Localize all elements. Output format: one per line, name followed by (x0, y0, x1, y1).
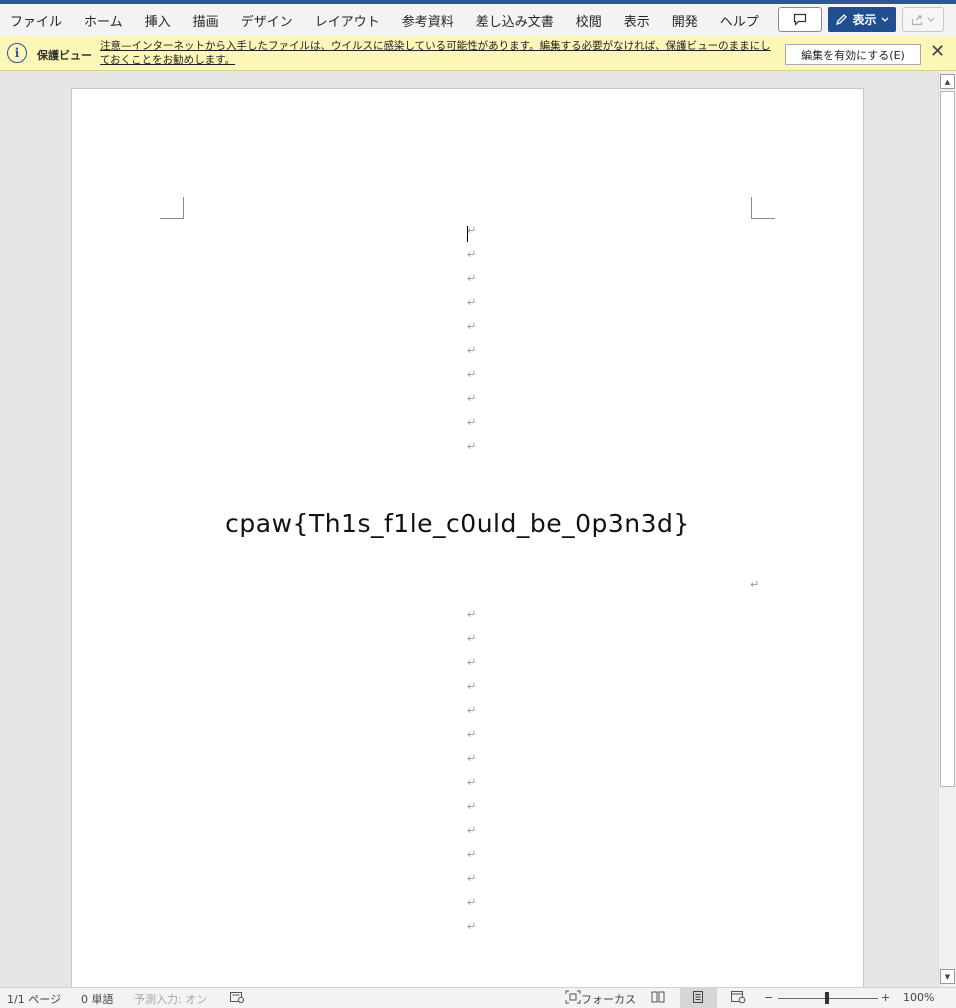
read-mode-icon[interactable] (650, 990, 666, 1004)
zoom-level[interactable]: 100% (903, 991, 934, 1004)
comment-icon (793, 13, 807, 26)
protected-view-message[interactable]: 注意—インターネットから入手したファイルは、ウイルスに感染している可能性がありま… (100, 39, 778, 67)
ribbon-tab-bar: ファイル ホーム 挿入 描画 デザイン レイアウト 参考資料 差し込み文書 校閲… (0, 4, 956, 36)
tab-mailings[interactable]: 差し込み文書 (465, 4, 565, 36)
paragraph-mark: ↵ (750, 578, 760, 591)
scroll-thumb[interactable] (940, 91, 955, 787)
comments-button[interactable] (778, 7, 822, 32)
ribbon-tabs: ファイル ホーム 挿入 描画 デザイン レイアウト 参考資料 差し込み文書 校閲… (0, 4, 770, 36)
tab-draw[interactable]: 描画 (182, 4, 230, 36)
paragraph-mark: ↵ (467, 416, 477, 429)
paragraph-mark: ↵ (467, 632, 477, 645)
ime-status: 予測入力: オン (134, 993, 208, 1006)
paragraph-mark: ↵ (467, 752, 477, 765)
flag-text: cpaw{Th1s_f1le_c0uld_be_0p3n3d} (225, 509, 690, 538)
zoom-slider-thumb[interactable] (825, 992, 829, 1004)
zoom-in-button[interactable]: + (881, 991, 890, 1004)
close-icon[interactable]: ✕ (930, 42, 945, 62)
tab-design[interactable]: デザイン (230, 4, 304, 36)
tab-home[interactable]: ホーム (73, 4, 134, 36)
paragraph-mark: ↵ (467, 392, 477, 405)
paragraph-mark: ↵ (467, 704, 477, 717)
paragraph-mark: ↵ (467, 248, 477, 261)
paragraph-mark: ↵ (467, 656, 477, 669)
scroll-up-arrow[interactable]: ▲ (940, 74, 955, 89)
word-count[interactable]: 0 単語 (81, 991, 114, 1007)
paragraph-mark: ↵ (467, 728, 477, 741)
paragraph-mark: ↵ (467, 824, 477, 837)
paragraph-mark: ↵ (467, 296, 477, 309)
pen-icon (836, 14, 848, 26)
zoom-out-button[interactable]: − (764, 991, 773, 1004)
share-button[interactable] (902, 7, 944, 32)
share-icon (911, 14, 923, 25)
document-page[interactable]: cpaw{Th1s_f1le_c0uld_be_0p3n3d} ↵ ↵ ↵ ↵ ↵ ↵ ↵ ↵… (71, 88, 864, 987)
paragraph-mark: ↵ (467, 920, 477, 933)
paragraph-mark: ↵ (467, 848, 477, 861)
paragraph-mark: ↵ (467, 224, 477, 237)
view-mode-label: 表示 (852, 13, 877, 27)
paragraph-mark: ↵ (467, 872, 477, 885)
paragraph-mark: ↵ (467, 440, 477, 453)
paragraph-mark: ↵ (467, 272, 477, 285)
paragraph-mark: ↵ (467, 320, 477, 333)
page-count[interactable]: 1/1 ページ (7, 991, 61, 1007)
enable-editing-button[interactable]: 編集を有効にする(E) (785, 44, 921, 65)
margin-corner-top-left (160, 197, 184, 219)
tab-developer[interactable]: 開発 (661, 4, 709, 36)
tab-references[interactable]: 参考資料 (391, 4, 465, 36)
paragraph-mark: ↵ (467, 680, 477, 693)
vertical-scrollbar[interactable]: ▲ ▼ (938, 71, 956, 987)
chevron-down-icon (927, 17, 935, 22)
tab-view[interactable]: 表示 (613, 4, 661, 36)
view-mode-button[interactable]: 表示 (828, 7, 896, 32)
accessibility-icon[interactable] (229, 990, 245, 1004)
info-icon: i (7, 43, 27, 63)
web-layout-icon[interactable] (730, 990, 746, 1004)
paragraph-mark: ↵ (467, 344, 477, 357)
scroll-down-arrow[interactable]: ▼ (940, 969, 955, 984)
focus-icon[interactable] (565, 990, 581, 1004)
paragraph-mark: ↵ (467, 896, 477, 909)
protected-view-bar: i 保護ビュー 注意—インターネットから入手したファイルは、ウイルスに感染してい… (0, 36, 956, 71)
chevron-down-icon (881, 17, 888, 22)
paragraph-mark: ↵ (467, 800, 477, 813)
protected-view-title: 保護ビュー (37, 49, 92, 62)
paragraph-mark: ↵ (467, 776, 477, 789)
tab-file[interactable]: ファイル (0, 4, 73, 36)
tab-layout[interactable]: レイアウト (304, 4, 391, 36)
focus-mode-label[interactable]: フォーカス (581, 991, 636, 1007)
tab-help[interactable]: ヘルプ (709, 4, 770, 36)
document-workspace: cpaw{Th1s_f1le_c0uld_be_0p3n3d} ↵ ↵ ↵ ↵ ↵ ↵ ↵ ↵… (0, 71, 938, 987)
paragraph-mark: ↵ (467, 368, 477, 381)
status-bar: 1/1 ページ 0 単語 予測入力: オン フォーカス − + 100% (0, 987, 956, 1008)
paragraph-mark: ↵ (467, 608, 477, 621)
tab-review[interactable]: 校閲 (565, 4, 613, 36)
margin-corner-top-right (751, 197, 775, 219)
ribbon-actions: 表示 (778, 7, 944, 32)
print-layout-icon[interactable] (690, 990, 706, 1004)
tab-insert[interactable]: 挿入 (134, 4, 182, 36)
